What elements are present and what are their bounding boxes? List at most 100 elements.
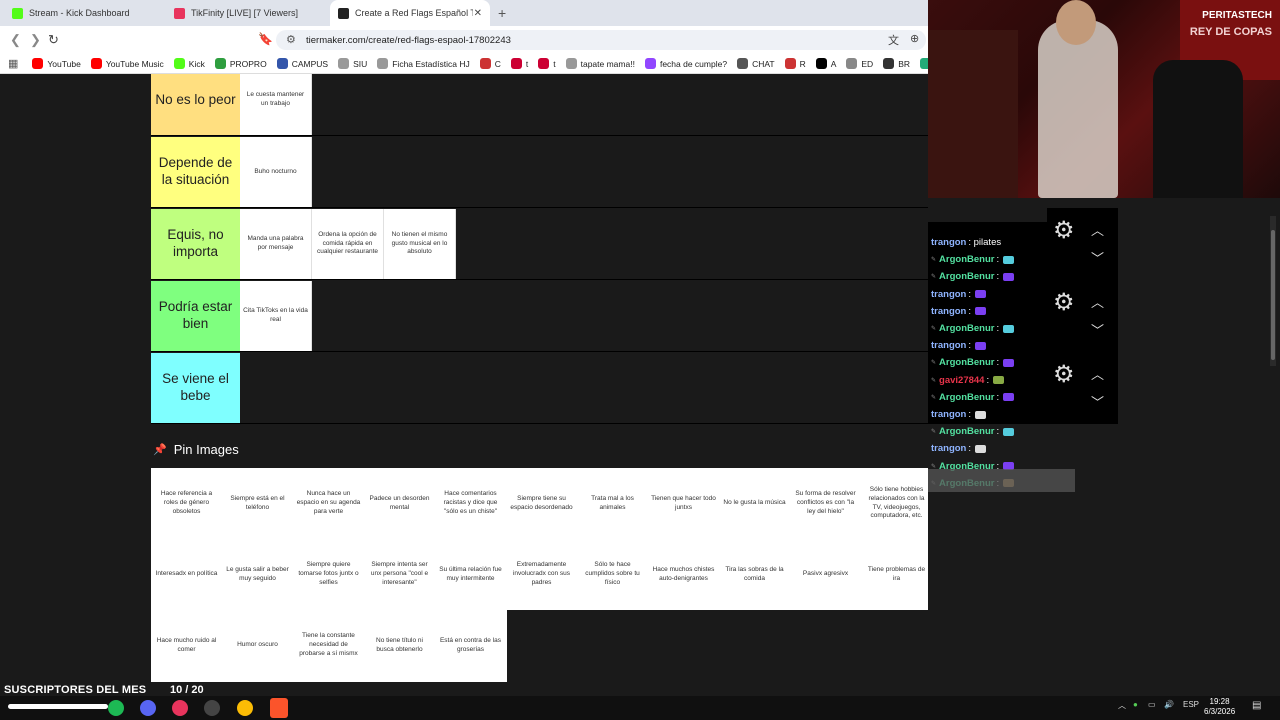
chat-username[interactable]: trangon — [931, 409, 966, 420]
pool-card[interactable]: Su forma de resolver conflictos es con "… — [790, 468, 861, 539]
chat-username[interactable]: trangon — [931, 237, 966, 248]
bookmark-item[interactable]: t — [510, 58, 528, 69]
pool-card[interactable]: Nunca hace un espacio en su agenda para … — [293, 468, 364, 539]
tab-tikfinity[interactable]: TikFinity [LIVE] [7 Viewers] — [166, 0, 326, 26]
chat-username[interactable]: trangon — [931, 340, 966, 351]
gear-icon[interactable]: ⚙ — [1053, 360, 1075, 389]
bookmark-item[interactable]: tapate mama!! — [565, 58, 635, 69]
chat-username[interactable]: ArgonBenur — [939, 254, 994, 265]
clock[interactable]: 19:28 6/3/2026 — [1204, 697, 1235, 718]
chat-username[interactable]: trangon — [931, 443, 966, 454]
forward-icon[interactable]: ❯ — [30, 32, 41, 48]
site-info-icon[interactable]: ⚙ — [286, 33, 296, 46]
pool-card[interactable]: Hace mucho ruido al comer — [151, 610, 222, 681]
tier-label[interactable]: Depende de la situación — [151, 137, 240, 207]
notifications-icon[interactable]: ▤ — [1252, 700, 1261, 711]
bookmark-item[interactable]: R — [784, 58, 806, 69]
pool-card[interactable]: Humor oscuro — [222, 610, 293, 681]
bookmark-item[interactable]: SIU — [338, 58, 367, 69]
bookmark-icon[interactable]: 🔖 — [258, 32, 273, 46]
language-indicator[interactable]: ESP — [1183, 700, 1199, 709]
url-field[interactable]: ⚙ tiermaker.com/create/red-flags-espaol-… — [276, 30, 926, 50]
pool-card[interactable]: Pasivx agresivx — [790, 539, 861, 610]
tier-card[interactable]: Buho nocturno — [240, 137, 312, 207]
chat-username[interactable]: ArgonBenur — [939, 357, 994, 368]
bookmark-item[interactable]: C — [479, 58, 501, 69]
discord-icon[interactable] — [140, 700, 156, 716]
bookmark-item[interactable]: Kick — [173, 58, 205, 69]
chat-username[interactable]: gavi27844 — [939, 375, 984, 386]
chat-username[interactable]: ArgonBenur — [939, 271, 994, 282]
bookmark-item[interactable]: ED — [846, 58, 873, 69]
network-icon[interactable]: ▭ — [1148, 700, 1156, 709]
chevron-down-icon[interactable]: ﹀ — [1091, 392, 1104, 411]
pool-card[interactable]: Tienen que hacer todo juntxs — [648, 468, 719, 539]
gear-icon[interactable]: ⚙ — [1053, 288, 1075, 317]
bookmark-item[interactable]: YouTube — [32, 58, 81, 69]
pool-card[interactable]: Siempre tiene su espacio desordenado — [506, 468, 577, 539]
pool-card[interactable]: Tira las sobras de la comida — [719, 539, 790, 610]
tier-label[interactable]: Equis, no importa — [151, 209, 240, 279]
chevron-up-icon[interactable]: ︿ — [1091, 220, 1104, 239]
bookmark-item[interactable]: A — [815, 58, 836, 69]
chevron-down-icon[interactable]: ﹀ — [1091, 320, 1104, 339]
close-tab-icon[interactable]: ✕ — [474, 8, 482, 19]
bookmark-item[interactable]: fecha de cumple? — [644, 58, 727, 69]
tier-card[interactable]: No tienen el mismo gusto musical en lo a… — [384, 209, 456, 279]
pool-card[interactable]: Extremadamente involucradx con sus padre… — [506, 539, 577, 610]
chevron-up-icon[interactable]: ︿ — [1091, 292, 1104, 311]
pool-card[interactable]: Está en contra de las groserías — [435, 610, 506, 681]
bookmark-item[interactable]: Ficha Estadística HJ — [377, 58, 470, 69]
pool-card[interactable]: Sólo te hace cumplidos sobre tu físico — [577, 539, 648, 610]
pool-card[interactable]: No le gusta la música — [719, 468, 790, 539]
translate-icon[interactable]: 文 — [888, 32, 899, 48]
bookmark-item[interactable]: CAMPUS — [276, 58, 328, 69]
pool-card[interactable]: Tiene problemas de ira — [861, 539, 932, 610]
chevron-down-icon[interactable]: ﹀ — [1091, 248, 1104, 267]
tier-card[interactable]: Cita TikToks en la vida real — [240, 281, 312, 351]
tier-card[interactable]: Le cuesta mantener un trabajo — [240, 74, 312, 135]
pool-card[interactable]: No tiene título ni busca obtenerlo — [364, 610, 435, 681]
volume-icon[interactable]: 🔊 — [1164, 700, 1174, 709]
new-tab-button[interactable]: + — [498, 5, 506, 21]
reload-icon[interactable]: ↻ — [48, 32, 59, 48]
bookmark-item[interactable]: PROPRO — [214, 58, 267, 69]
pool-card[interactable]: Sólo tiene hobbies relacionados con la T… — [861, 468, 932, 539]
tab-tiermaker[interactable]: Create a Red Flags Español Tier L ✕ — [330, 0, 490, 26]
tier-card[interactable]: Manda una palabra por mensaje — [240, 209, 312, 279]
brave-icon[interactable] — [270, 698, 288, 718]
pool-card[interactable]: Siempre quiere tomarse fotos juntx o sel… — [293, 539, 364, 610]
zoom-icon[interactable]: ⊕ — [910, 32, 919, 45]
tab-kick-dashboard[interactable]: Stream - Kick Dashboard — [4, 0, 164, 26]
tray-shield-icon[interactable]: ● — [1133, 700, 1138, 709]
chat-username[interactable]: trangon — [931, 306, 966, 317]
chrome-icon[interactable] — [237, 700, 253, 716]
tiktok-icon[interactable] — [172, 700, 188, 716]
pool-card[interactable]: Hace referencia a roles de género obsole… — [151, 468, 222, 539]
pool-card[interactable]: Hace comentarios racistas y dice que "só… — [435, 468, 506, 539]
tier-label[interactable]: No es lo peor — [151, 74, 240, 135]
bookmark-item[interactable]: D — [920, 58, 928, 69]
pool-card[interactable]: Padece un desorden mental — [364, 468, 435, 539]
spotify-icon[interactable] — [108, 700, 124, 716]
bookmark-item[interactable]: CHAT — [737, 58, 775, 69]
bookmark-item[interactable]: BR — [883, 58, 910, 69]
pool-card[interactable]: Tiene la constante necesidad de probarse… — [293, 610, 364, 681]
chat-username[interactable]: trangon — [931, 289, 966, 300]
tier-label[interactable]: Podría estar bien — [151, 281, 240, 351]
bookmark-item[interactable]: YouTube Music — [90, 58, 164, 69]
pool-card[interactable]: Siempre está en el teléfono — [222, 468, 293, 539]
scrollbar-thumb[interactable] — [1271, 230, 1275, 360]
obs-icon[interactable] — [204, 700, 220, 716]
bookmark-item[interactable]: t — [538, 58, 556, 69]
pool-card[interactable]: Trata mal a los animales — [577, 468, 648, 539]
pool-card[interactable]: Siempre intenta ser unx persona "cool e … — [364, 539, 435, 610]
pool-card[interactable]: Interesadx en política — [151, 539, 222, 610]
apps-icon[interactable]: ▦ — [8, 57, 18, 70]
pool-card[interactable]: Hace muchos chistes auto-denigrantes — [648, 539, 719, 610]
chevron-up-icon[interactable]: ︿ — [1091, 364, 1104, 383]
chat-username[interactable]: ArgonBenur — [939, 426, 994, 437]
gear-icon[interactable]: ⚙ — [1053, 216, 1075, 245]
pool-card[interactable]: Su última relación fue muy intermitente — [435, 539, 506, 610]
tier-label[interactable]: Se viene el bebe — [151, 353, 240, 423]
